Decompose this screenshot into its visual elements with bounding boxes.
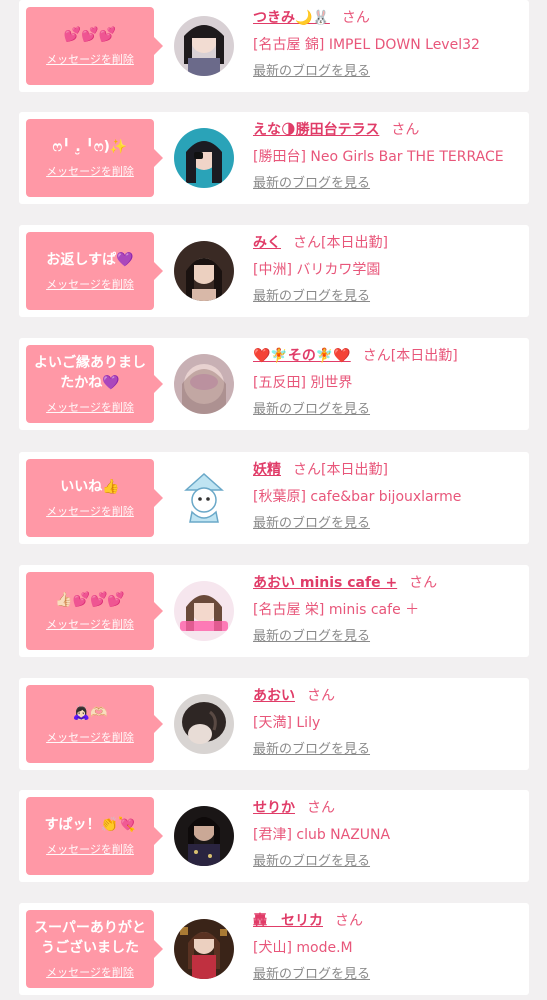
cast-name-link[interactable]: せりか xyxy=(253,800,295,816)
delete-message-link[interactable]: メッセージを削除 xyxy=(46,163,134,179)
shop-name: [天満] Lily xyxy=(253,715,321,731)
message-card: ෆ╹ .̮ ╹ෆ)✨ メッセージを削除 えな🌗勝田台テラス さん [勝田台] Ne… xyxy=(19,112,529,204)
message-text: スーパーありがとうございました xyxy=(34,920,146,956)
delete-message-link[interactable]: メッセージを削除 xyxy=(46,616,134,632)
cast-name-link[interactable]: 轟 セリカ xyxy=(253,913,323,929)
avatar[interactable] xyxy=(174,806,234,866)
honorific: さん xyxy=(307,800,335,816)
message-text: ෆ╹ .̮ ╹ෆ)✨ xyxy=(52,139,128,155)
message-card: よいご縁ありましたかね💜 メッセージを削除 ❤️🧚その🧚❤️ さん[本日出勤] [… xyxy=(19,338,529,430)
delete-message-link[interactable]: メッセージを削除 xyxy=(46,964,134,980)
message-bubble: 🙇🏻‍♀️🫶🏻 メッセージを削除 xyxy=(26,685,163,763)
honorific: さん xyxy=(293,462,321,478)
avatar[interactable] xyxy=(174,128,234,188)
shop-name: [名古屋 錦] IMPEL DOWN Level32 xyxy=(253,37,480,53)
avatar[interactable] xyxy=(174,354,234,414)
status-badge: [本日出勤] xyxy=(321,235,388,251)
honorific: さん xyxy=(362,348,391,364)
shop-name: [名古屋 栄] minis cafe ＋ xyxy=(253,602,420,618)
avatar[interactable] xyxy=(174,919,234,979)
honorific: さん xyxy=(341,10,370,26)
message-bubble: 👍🏻💕💕💕 メッセージを削除 xyxy=(26,572,163,650)
latest-blog-link[interactable]: 最新のブログを見る xyxy=(253,175,523,193)
cast-name-link[interactable]: ❤️🧚その🧚❤️ xyxy=(253,348,351,364)
latest-blog-link[interactable]: 最新のブログを見る xyxy=(253,288,523,306)
message-card: お返しすぱ💜 メッセージを削除 みく さん[本日出勤] [中洲] バリカワ学園 最… xyxy=(19,225,529,317)
message-bubble: すぱッ！👏💘 メッセージを削除 xyxy=(26,797,163,875)
message-card: いいね👍 メッセージを削除 妖精 さん[本日出勤] [秋葉原] cafe&bar … xyxy=(19,452,529,544)
message-text: よいご縁ありましたかね💜 xyxy=(34,355,146,391)
honorific: さん xyxy=(335,913,363,929)
message-bubble: スーパーありがとうございました メッセージを削除 xyxy=(26,910,163,988)
delete-message-link[interactable]: メッセージを削除 xyxy=(46,399,134,415)
message-text: お返しすぱ💜 xyxy=(46,252,134,268)
cast-name-link[interactable]: あおい minis cafe + xyxy=(253,575,397,591)
cast-name-link[interactable]: あおい xyxy=(253,688,295,704)
message-text: いいね👍 xyxy=(60,479,120,495)
latest-blog-link[interactable]: 最新のブログを見る xyxy=(253,853,523,871)
honorific: さん xyxy=(391,122,420,138)
message-card: 🙇🏻‍♀️🫶🏻 メッセージを削除 あおい さん [天満] Lily 最新のブログを… xyxy=(19,678,529,770)
delete-message-link[interactable]: メッセージを削除 xyxy=(46,841,134,857)
latest-blog-link[interactable]: 最新のブログを見る xyxy=(253,741,523,759)
avatar[interactable] xyxy=(174,241,234,301)
message-bubble: お返しすぱ💜 メッセージを削除 xyxy=(26,232,163,310)
shop-name: [五反田] 別世界 xyxy=(253,375,353,391)
shop-name: [君津] club NAZUNA xyxy=(253,827,391,843)
delete-message-link[interactable]: メッセージを削除 xyxy=(46,503,134,519)
message-text: すぱッ！👏💘 xyxy=(44,817,136,833)
latest-blog-link[interactable]: 最新のブログを見る xyxy=(253,515,523,533)
latest-blog-link[interactable]: 最新のブログを見る xyxy=(253,628,523,646)
cast-name-link[interactable]: みく xyxy=(253,235,281,251)
delete-message-link[interactable]: メッセージを削除 xyxy=(46,729,134,745)
status-badge: [本日出勤] xyxy=(390,348,458,364)
message-bubble: いいね👍 メッセージを削除 xyxy=(26,459,163,537)
message-card: 👍🏻💕💕💕 メッセージを削除 あおい minis cafe + さん [名古屋 栄… xyxy=(19,565,529,657)
status-badge: [本日出勤] xyxy=(321,462,388,478)
message-text: 👍🏻💕💕💕 xyxy=(55,592,125,608)
shop-name: [中洲] バリカワ学園 xyxy=(253,262,381,278)
shop-name: [犬山] mode.M xyxy=(253,940,353,956)
cast-name-link[interactable]: つきみ🌙🐰 xyxy=(253,10,330,26)
latest-blog-link[interactable]: 最新のブログを見る xyxy=(253,63,523,81)
delete-message-link[interactable]: メッセージを削除 xyxy=(46,276,134,292)
avatar[interactable] xyxy=(174,581,234,641)
avatar[interactable] xyxy=(174,468,234,528)
message-card: 💕💕💕 メッセージを削除 つきみ🌙🐰 さん [名古屋 錦] IMPEL DOWN … xyxy=(19,0,529,92)
message-bubble: よいご縁ありましたかね💜 メッセージを削除 xyxy=(26,345,163,423)
latest-blog-link[interactable]: 最新のブログを見る xyxy=(253,966,523,984)
message-text: 🙇🏻‍♀️🫶🏻 xyxy=(72,705,108,721)
shop-name: [勝田台] Neo Girls Bar THE TERRACE xyxy=(253,149,504,165)
cast-name-link[interactable]: 妖精 xyxy=(253,462,281,478)
honorific: さん xyxy=(293,235,321,251)
message-card: すぱッ！👏💘 メッセージを削除 せりか さん [君津] club NAZUNA 最… xyxy=(19,790,529,882)
latest-blog-link[interactable]: 最新のブログを見る xyxy=(253,401,523,419)
message-text: 💕💕💕 xyxy=(63,27,117,43)
honorific: さん xyxy=(409,575,438,591)
message-bubble: 💕💕💕 メッセージを削除 xyxy=(26,7,163,85)
avatar[interactable] xyxy=(174,694,234,754)
message-card: スーパーありがとうございました メッセージを削除 轟 セリカ さん [犬山] mo… xyxy=(19,903,529,995)
delete-message-link[interactable]: メッセージを削除 xyxy=(46,51,134,67)
honorific: さん xyxy=(307,688,335,704)
avatar[interactable] xyxy=(174,16,234,76)
message-bubble: ෆ╹ .̮ ╹ෆ)✨ メッセージを削除 xyxy=(26,119,163,197)
cast-name-link[interactable]: えな🌗勝田台テラス xyxy=(253,122,379,138)
shop-name: [秋葉原] cafe&bar bijouxlarme xyxy=(253,489,462,505)
